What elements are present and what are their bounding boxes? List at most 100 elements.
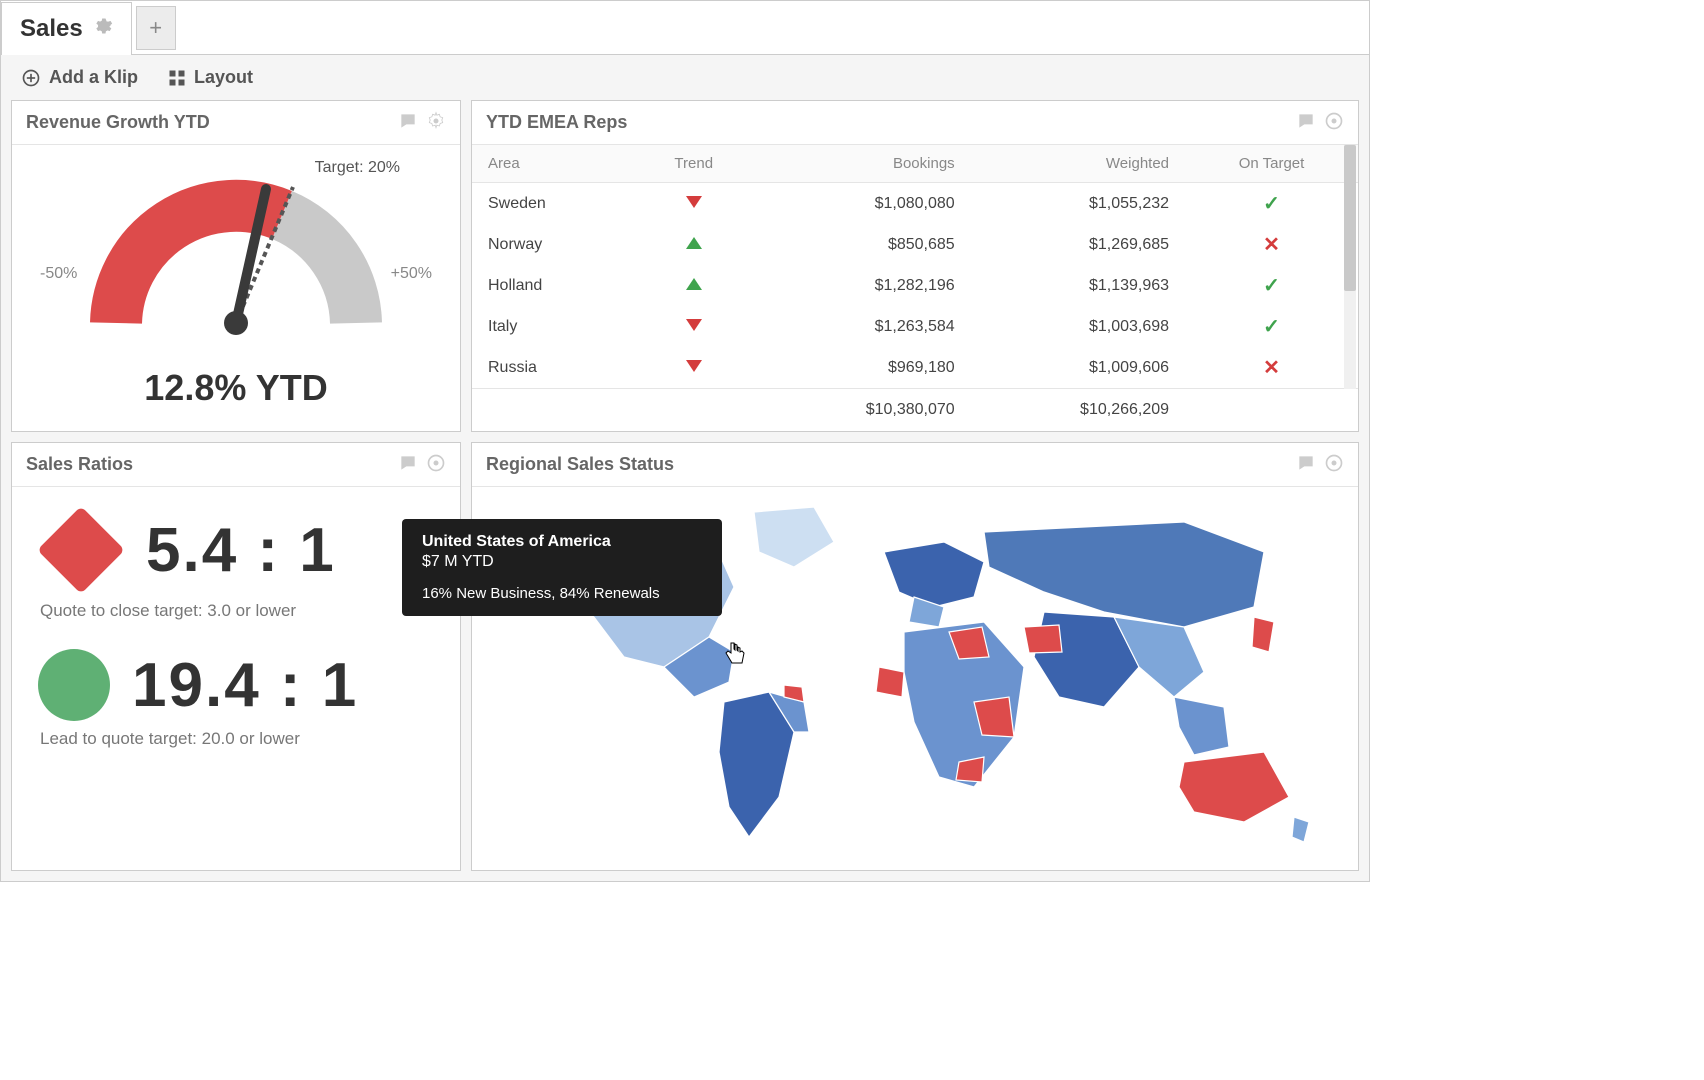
- table-row[interactable]: Italy$1,263,584$1,003,698✓: [472, 306, 1358, 347]
- trend-down-icon: [686, 196, 702, 208]
- cell-trend: [631, 265, 756, 306]
- check-icon: ✓: [1263, 316, 1280, 338]
- ratio-value: 5.4 : 1: [146, 515, 336, 586]
- gear-icon[interactable]: [1324, 453, 1344, 476]
- cell-trend: [631, 347, 756, 389]
- add-tab-button[interactable]: +: [136, 6, 176, 50]
- col-area[interactable]: Area: [472, 145, 631, 183]
- cell-ontarget: ✓: [1185, 265, 1358, 306]
- add-klip-button[interactable]: Add a Klip: [21, 67, 138, 88]
- circle-icon: [38, 649, 110, 721]
- gauge-svg: [56, 163, 416, 363]
- cell-ontarget: ✓: [1185, 306, 1358, 347]
- comment-icon[interactable]: [1296, 453, 1316, 476]
- ratio-note: Quote to close target: 3.0 or lower: [40, 601, 434, 621]
- total-weighted: $10,266,209: [971, 389, 1185, 432]
- layout-button[interactable]: Layout: [168, 67, 253, 88]
- scrollbar[interactable]: [1344, 145, 1356, 389]
- col-trend[interactable]: Trend: [631, 145, 756, 183]
- comment-icon[interactable]: [398, 453, 418, 476]
- plus-circle-icon: [21, 68, 41, 88]
- cell-area: Russia: [472, 347, 631, 389]
- tabs-row: Sales +: [1, 1, 1369, 55]
- widget-emea-reps: YTD EMEA Reps Area Trend Bookings Weight…: [471, 100, 1359, 432]
- trend-up-icon: [686, 237, 702, 249]
- table-footer-row: $10,380,070 $10,266,209: [472, 389, 1358, 432]
- map-tooltip: United States of America $7 M YTD 16% Ne…: [402, 519, 722, 616]
- gauge-max-label: +50%: [391, 265, 432, 283]
- ratio-value: 19.4 : 1: [132, 650, 358, 721]
- widget-grid: Revenue Growth YTD Target: 20% -50% +50%: [1, 100, 1369, 881]
- gear-icon[interactable]: [426, 453, 446, 476]
- widget-title: Revenue Growth YTD: [26, 112, 210, 133]
- trend-down-icon: [686, 360, 702, 372]
- cell-ontarget: ✓: [1185, 183, 1358, 225]
- check-icon: ✓: [1263, 275, 1280, 297]
- widget-header: Regional Sales Status: [472, 443, 1358, 487]
- widget-revenue-growth: Revenue Growth YTD Target: 20% -50% +50%: [11, 100, 461, 432]
- reps-table: Area Trend Bookings Weighted On Target S…: [472, 145, 1358, 431]
- cell-trend: [631, 183, 756, 225]
- cursor-hand-icon: [724, 641, 746, 673]
- cell-weighted: $1,003,698: [971, 306, 1185, 347]
- gauge-target-label: Target: 20%: [315, 159, 400, 177]
- gear-icon[interactable]: [93, 15, 113, 43]
- cell-trend: [631, 306, 756, 347]
- gauge-chart: Target: 20% -50% +50% 12.8% YTD: [12, 145, 460, 423]
- cell-weighted: $1,139,963: [971, 265, 1185, 306]
- table-row[interactable]: Sweden $1,080,080$1,055,232 ✓: [472, 183, 1358, 225]
- total-bookings: $10,380,070: [756, 389, 970, 432]
- trend-up-icon: [686, 278, 702, 290]
- cross-icon: ✕: [1263, 357, 1280, 379]
- col-ontarget[interactable]: On Target: [1185, 145, 1358, 183]
- ratio-lead-to-quote: 19.4 : 1: [38, 649, 434, 721]
- cell-ontarget: ✕: [1185, 347, 1358, 389]
- cell-area: Holland: [472, 265, 631, 306]
- cell-bookings: $1,282,196: [756, 265, 970, 306]
- trend-down-icon: [686, 319, 702, 331]
- diamond-icon: [37, 506, 125, 594]
- gauge-min-label: -50%: [40, 265, 77, 283]
- gear-icon[interactable]: [426, 111, 446, 134]
- dashboard: Sales + Add a Klip Layout Revenue Grow: [0, 0, 1370, 882]
- table-row[interactable]: Holland $1,282,196$1,139,963 ✓: [472, 265, 1358, 306]
- toolbar: Add a Klip Layout: [1, 55, 1369, 100]
- scrollbar-thumb[interactable]: [1344, 145, 1356, 291]
- widget-header: YTD EMEA Reps: [472, 101, 1358, 145]
- cell-weighted: $1,269,685: [971, 224, 1185, 265]
- table-header-row: Area Trend Bookings Weighted On Target: [472, 145, 1358, 183]
- cell-bookings: $969,180: [756, 347, 970, 389]
- comment-icon[interactable]: [1296, 111, 1316, 134]
- table-row[interactable]: Russia $969,180$1,009,606 ✕: [472, 347, 1358, 389]
- col-bookings[interactable]: Bookings: [756, 145, 970, 183]
- tab-sales[interactable]: Sales: [1, 2, 132, 55]
- col-weighted[interactable]: Weighted: [971, 145, 1185, 183]
- comment-icon[interactable]: [398, 111, 418, 134]
- world-map[interactable]: United States of America $7 M YTD 16% Ne…: [472, 487, 1358, 870]
- cross-icon: ✕: [1263, 234, 1280, 256]
- cell-bookings: $850,685: [756, 224, 970, 265]
- cell-bookings: $1,080,080: [756, 183, 970, 225]
- tooltip-amount: $7 M YTD: [422, 553, 494, 570]
- table-row[interactable]: Norway$850,685$1,269,685✕: [472, 224, 1358, 265]
- gear-icon[interactable]: [1324, 111, 1344, 134]
- layout-label: Layout: [194, 67, 253, 88]
- ratio-quote-to-close: 5.4 : 1: [38, 507, 434, 593]
- plus-icon: +: [149, 15, 162, 41]
- cell-bookings: $1,263,584: [756, 306, 970, 347]
- cell-area: Sweden: [472, 183, 631, 225]
- widget-regional-sales: Regional Sales Status United States of A…: [471, 442, 1359, 871]
- tab-label: Sales: [20, 15, 83, 43]
- check-icon: ✓: [1263, 193, 1280, 215]
- cell-weighted: $1,009,606: [971, 347, 1185, 389]
- widget-title: Regional Sales Status: [486, 454, 674, 475]
- widget-header: Revenue Growth YTD: [12, 101, 460, 145]
- cell-trend: [631, 224, 756, 265]
- tooltip-country: United States of America: [422, 533, 702, 551]
- add-klip-label: Add a Klip: [49, 67, 138, 88]
- widget-header: Sales Ratios: [12, 443, 460, 487]
- layout-grid-icon: [168, 69, 186, 87]
- widget-sales-ratios: Sales Ratios 5.4 : 1 Quote to close targ…: [11, 442, 461, 871]
- cell-weighted: $1,055,232: [971, 183, 1185, 225]
- tooltip-detail: 16% New Business, 84% Renewals: [422, 585, 702, 602]
